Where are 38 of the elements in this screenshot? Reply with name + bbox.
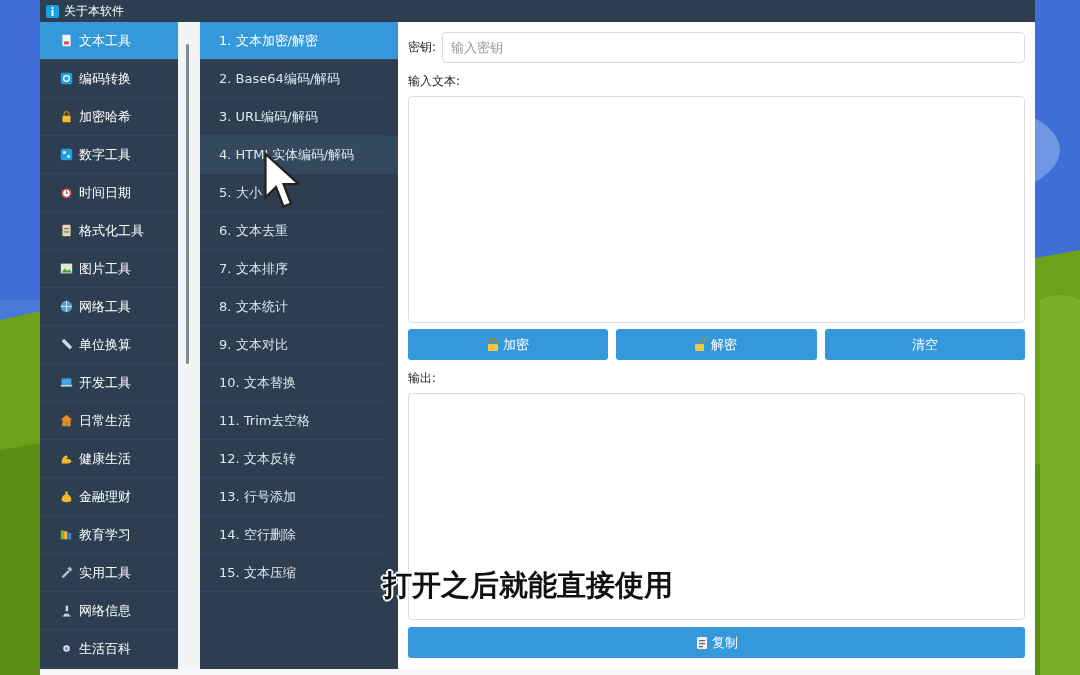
tool-item[interactable]: 11. Trim去空格 [200, 402, 386, 440]
tool-item[interactable]: 12. 文本反转 [200, 440, 386, 478]
alarm-clock-icon [60, 186, 73, 199]
globe-icon [60, 300, 73, 313]
info-icon [46, 4, 59, 18]
clipboard-icon [60, 224, 73, 237]
open-padlock-icon [695, 338, 708, 351]
tool-item[interactable]: 13. 行号添加 [200, 478, 386, 516]
dot-icon [60, 642, 73, 655]
tool-item[interactable]: 7. 文本排序 [200, 250, 386, 288]
tools-icon [60, 566, 73, 579]
document-icon [60, 34, 73, 47]
key-field[interactable]: 输入密钥 [442, 32, 1025, 63]
flexed-arm-icon [60, 452, 73, 465]
padlock-icon [60, 110, 73, 123]
books-icon [60, 528, 73, 541]
key-label: 密钥: [408, 39, 437, 56]
microscope-icon [60, 604, 73, 617]
tool-item[interactable]: 2. Base64编码/解码 [200, 60, 386, 98]
clipboard-icon [695, 636, 708, 649]
tool-item[interactable]: 10. 文本替换 [200, 364, 386, 402]
window-title: 关于本软件 [64, 2, 124, 20]
input-text-area[interactable] [408, 96, 1025, 323]
tool-item[interactable]: 9. 文本对比 [200, 326, 386, 364]
scrollbar-thumb[interactable] [186, 44, 189, 364]
tool-item[interactable]: 14. 空行删除 [200, 516, 386, 554]
padlock-icon [487, 338, 500, 351]
ruler-icon [60, 338, 73, 351]
laptop-icon [60, 376, 73, 389]
house-icon [60, 414, 73, 427]
output-label: 输出: [408, 370, 438, 387]
input-label: 输入文本: [408, 73, 462, 90]
image-icon [60, 262, 73, 275]
tool-item[interactable]: 6. 文本去重 [200, 212, 386, 250]
refresh-icon [60, 72, 73, 85]
money-bag-icon [60, 490, 73, 503]
numbers-icon [60, 148, 73, 161]
tool-item[interactable]: 8. 文本统计 [200, 288, 386, 326]
